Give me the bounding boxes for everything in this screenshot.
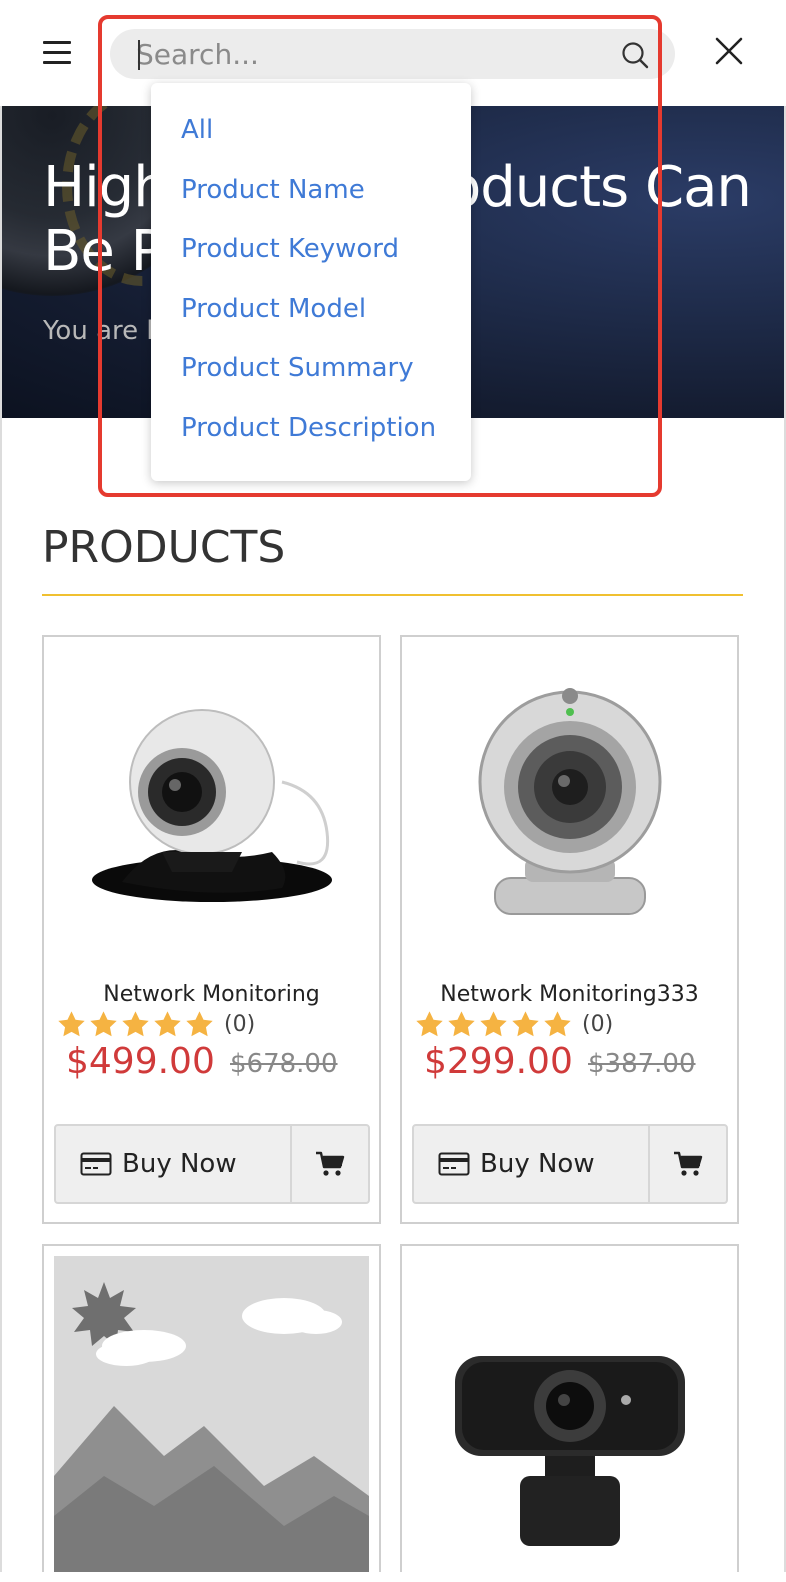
image-placeholder-icon [54,1256,369,1582]
star-icon [480,1010,507,1036]
star-rating: (0) [56,1007,255,1041]
product-price: $499.00 [66,1041,215,1082]
hero-subtitle: You are h [43,316,163,346]
webcam-classic-image [478,688,661,915]
product-actions: Buy Now [54,1124,370,1204]
dropdown-option-product-keyword[interactable]: Product Keyword [181,234,399,264]
star-icon [154,1010,181,1036]
product-name[interactable]: Network Monitoring333 [402,982,737,1007]
dropdown-option-product-description[interactable]: Product Description [181,413,436,443]
star-icon [122,1010,149,1036]
product-old-price: $678.00 [230,1049,338,1079]
section-underline [42,594,743,596]
bottom-edge [0,1572,786,1582]
buy-now-label: Buy Now [480,1149,595,1179]
dropdown-option-product-name[interactable]: Product Name [181,175,365,205]
product-card[interactable] [400,1244,739,1582]
star-icon [512,1010,539,1036]
product-image[interactable] [412,647,727,967]
rating-count: (0) [582,1011,614,1037]
credit-card-icon [80,1152,112,1176]
product-image[interactable] [412,1256,727,1582]
product-card[interactable]: Network Monitoring (0) $499.00 $678.00 B… [42,635,381,1224]
dropdown-option-product-model[interactable]: Product Model [181,294,366,324]
star-icon [544,1010,571,1036]
section-title: PRODUCTS [42,522,286,573]
text-caret [138,40,140,70]
star-icon [58,1010,85,1036]
close-icon[interactable] [714,36,744,66]
product-price: $299.00 [424,1041,573,1082]
credit-card-icon [438,1152,470,1176]
search-input[interactable] [136,36,606,72]
star-icon [448,1010,475,1036]
product-image[interactable] [54,647,369,967]
add-to-cart-button[interactable] [292,1126,368,1202]
product-actions: Buy Now [412,1124,728,1204]
cart-icon [674,1151,703,1176]
webcam-hd-image [454,1356,685,1546]
star-rating: (0) [414,1007,613,1041]
search-icon[interactable] [620,40,650,70]
product-old-price: $387.00 [588,1049,696,1079]
star-icon [186,1010,213,1036]
star-icon [416,1010,443,1036]
search-filter-dropdown: All Product Name Product Keyword Product… [151,83,471,481]
hamburger-menu-icon[interactable] [43,41,71,65]
product-name[interactable]: Network Monitoring [44,982,379,1007]
dropdown-option-all[interactable]: All [181,115,213,145]
star-icon [90,1010,117,1036]
product-card[interactable]: Network Monitoring333 (0) $299.00 $387.0… [400,635,739,1224]
product-card[interactable] [42,1244,381,1582]
dropdown-option-product-summary[interactable]: Product Summary [181,353,414,383]
product-image-placeholder[interactable] [54,1256,369,1582]
add-to-cart-button[interactable] [650,1126,726,1202]
buy-now-button[interactable]: Buy Now [56,1126,292,1202]
rating-count: (0) [224,1011,256,1037]
buy-now-label: Buy Now [122,1149,237,1179]
webcam-sphere-image [91,709,332,902]
cart-icon [316,1151,345,1176]
search-box[interactable] [110,29,675,79]
buy-now-button[interactable]: Buy Now [414,1126,650,1202]
